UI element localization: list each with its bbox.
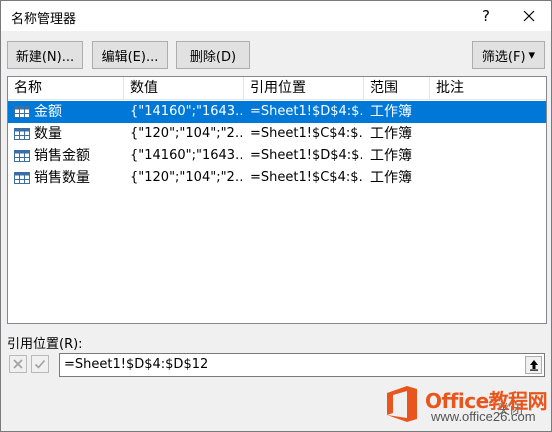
list-header: 名称 数值 引用位置 范围 批注 bbox=[8, 77, 546, 100]
cancel-edit-button[interactable] bbox=[9, 355, 27, 373]
row-comment bbox=[436, 101, 542, 123]
named-range-icon bbox=[14, 172, 30, 184]
collapse-dialog-button[interactable] bbox=[525, 356, 542, 374]
row-value: {"120";"104";"2… bbox=[130, 126, 242, 141]
row-name: 数量 bbox=[34, 126, 62, 142]
row-reference: =Sheet1!$C$4:$… bbox=[250, 126, 362, 141]
new-button-label: 新建(N)... bbox=[15, 49, 75, 65]
reference-label: 引用位置(R): bbox=[7, 337, 83, 352]
confirm-edit-button[interactable] bbox=[31, 355, 49, 373]
new-button[interactable]: 新建(N)... bbox=[7, 41, 83, 69]
close-window-button[interactable] bbox=[509, 1, 549, 31]
table-row[interactable]: 金额 {"14160";"1643… =Sheet1!$D$4:$… 工作簿 bbox=[8, 101, 546, 123]
dialog-title: 名称管理器 bbox=[11, 12, 77, 27]
name-manager-dialog: 名称管理器 ? 新建(N)... 编辑(E)... 删除(D) 筛选(F) ▾ … bbox=[0, 0, 552, 432]
row-scope: 工作簿 bbox=[370, 104, 412, 120]
table-row[interactable]: 销售数量 {"120";"104";"2… =Sheet1!$C$4:$… 工作… bbox=[8, 167, 546, 189]
row-comment bbox=[436, 123, 542, 145]
row-comment bbox=[436, 167, 542, 189]
title-bar: 名称管理器 ? bbox=[1, 1, 551, 31]
row-reference: =Sheet1!$D$4:$… bbox=[250, 148, 362, 163]
reference-input[interactable]: =Sheet1!$D$4:$D$12 bbox=[59, 353, 545, 377]
column-header-value[interactable]: 数值 bbox=[124, 77, 244, 100]
delete-button-label: 删除(D) bbox=[189, 49, 237, 65]
row-reference: =Sheet1!$C$4:$… bbox=[250, 170, 362, 185]
filter-button[interactable]: 筛选(F) ▾ bbox=[472, 41, 545, 69]
help-button[interactable]: ? bbox=[466, 1, 506, 31]
column-header-scope[interactable]: 范围 bbox=[364, 77, 430, 100]
cross-icon bbox=[13, 359, 23, 369]
row-comment bbox=[436, 145, 542, 167]
arrow-up-icon bbox=[529, 360, 538, 371]
column-header-reference[interactable]: 引用位置 bbox=[244, 77, 364, 100]
row-name: 金额 bbox=[34, 104, 62, 120]
row-value: {"120";"104";"2… bbox=[130, 170, 242, 185]
names-list[interactable]: 名称 数值 引用位置 范围 批注 金额 {"14160";"1643… =She… bbox=[7, 76, 547, 324]
close-icon bbox=[523, 10, 535, 22]
row-name: 销售金额 bbox=[34, 148, 90, 164]
chevron-down-icon: ▾ bbox=[528, 47, 536, 63]
edit-button[interactable]: 编辑(E)... bbox=[92, 41, 168, 69]
table-row[interactable]: 销售金额 {"14160";"1643… =Sheet1!$D$4:$… 工作簿 bbox=[8, 145, 546, 167]
office-logo-icon bbox=[387, 386, 417, 422]
row-name: 销售数量 bbox=[34, 170, 90, 186]
edit-button-label: 编辑(E)... bbox=[101, 49, 159, 65]
row-scope: 工作簿 bbox=[370, 170, 412, 186]
row-value: {"14160";"1643… bbox=[130, 104, 242, 119]
row-reference: =Sheet1!$D$4:$… bbox=[250, 104, 362, 119]
named-range-icon bbox=[14, 150, 30, 162]
named-range-icon bbox=[14, 106, 30, 118]
help-icon: ? bbox=[482, 7, 490, 25]
delete-button[interactable]: 删除(D) bbox=[176, 41, 250, 69]
table-row[interactable]: 数量 {"120";"104";"2… =Sheet1!$C$4:$… 工作簿 bbox=[8, 123, 546, 145]
filter-button-label: 筛选(F) bbox=[481, 49, 526, 65]
row-scope: 工作簿 bbox=[370, 126, 412, 142]
reference-value: =Sheet1!$D$4:$D$12 bbox=[64, 357, 209, 372]
column-header-name[interactable]: 名称 bbox=[8, 77, 124, 100]
column-header-comment[interactable]: 批注 bbox=[430, 77, 546, 100]
watermark-url: www.office26.com bbox=[431, 409, 536, 424]
row-value: {"14160";"1643… bbox=[130, 148, 242, 163]
watermark: Office教程网 www.office26.com bbox=[381, 381, 552, 432]
named-range-icon bbox=[14, 128, 30, 140]
checkmark-icon bbox=[34, 359, 46, 369]
row-scope: 工作簿 bbox=[370, 148, 412, 164]
